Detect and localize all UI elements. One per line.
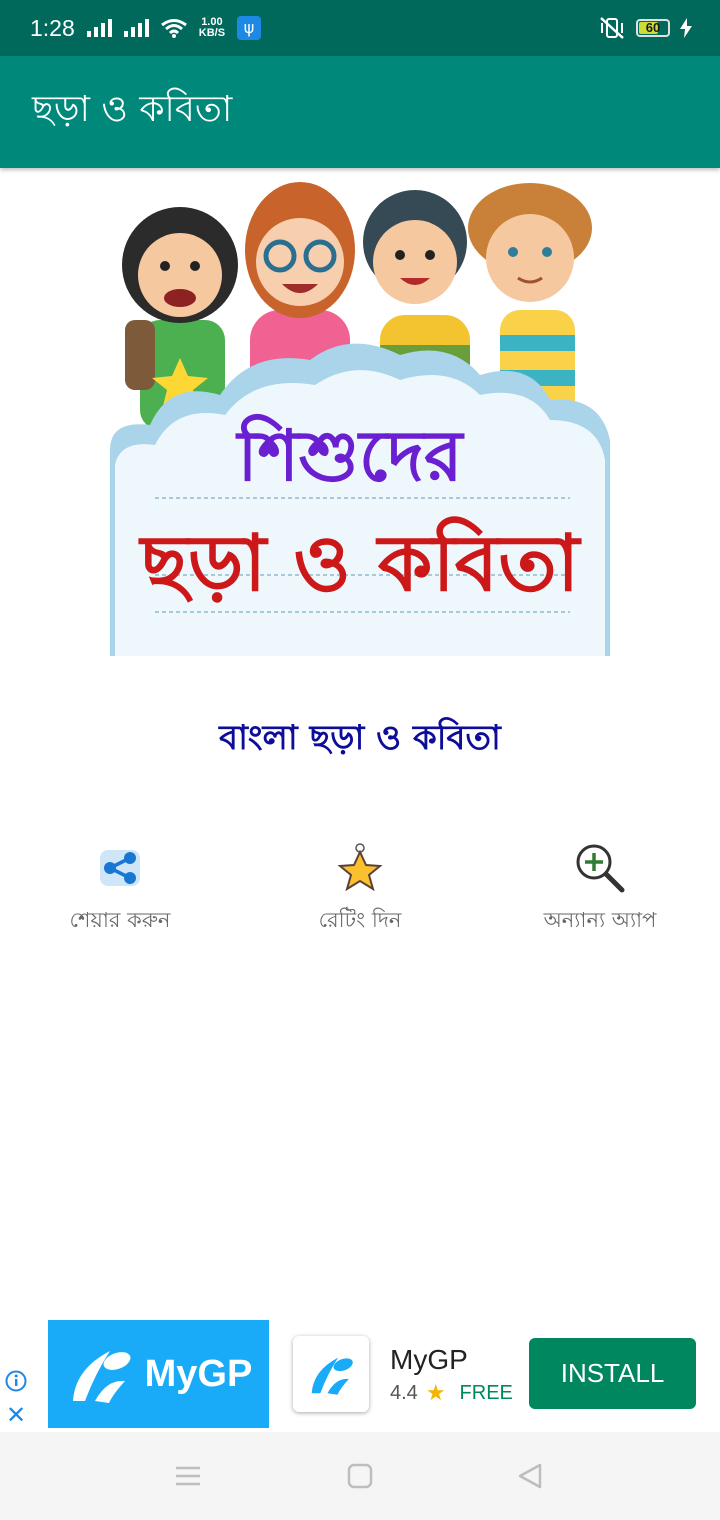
- home-icon[interactable]: [346, 1462, 374, 1490]
- ad-app-name: MyGP: [390, 1344, 468, 1375]
- banner-line-2: ছড়া ও কবিতা: [138, 516, 582, 609]
- banner-illustration: শিশুদের ছড়া ও কবিতা: [110, 182, 610, 656]
- close-icon[interactable]: ✕: [6, 1403, 26, 1427]
- info-icon[interactable]: [5, 1370, 27, 1392]
- charging-icon: [680, 18, 692, 38]
- share-button[interactable]: শেয়ার করুন: [0, 840, 240, 939]
- app-title: ছড়া ও কবিতা: [32, 89, 233, 130]
- ad-rating: 4.4 ★ FREE: [390, 1380, 513, 1406]
- status-bar: 1:28 1.00 KB/S ψ 60: [0, 0, 720, 56]
- ad-rating-value: 4.4: [390, 1381, 418, 1404]
- app-bar: ছড়া ও কবিতা: [0, 56, 720, 168]
- other-apps-label: অন্যান্য অ্যাপ: [543, 908, 657, 932]
- mygp-logo-icon: [72, 1351, 131, 1403]
- mute-vibrate-icon: [600, 17, 624, 39]
- ad-app-icon[interactable]: [293, 1336, 369, 1412]
- star-rating-icon: [337, 843, 383, 892]
- banner-line-1: শিশুদের: [235, 413, 465, 497]
- status-time: 1:28: [30, 14, 75, 41]
- share-label: শেয়ার করুন: [69, 908, 171, 932]
- mygp-logo-icon: [311, 1357, 353, 1395]
- other-apps-button[interactable]: অন্যান্য অ্যাপ: [480, 840, 720, 939]
- action-row: শেয়ার করুন রেটিং দিন অন্যান্য অ্যাপ: [0, 840, 720, 939]
- net-speed: 1.00 KB/S: [198, 16, 226, 39]
- subtitle: বাংলা ছড়া ও কবিতা: [219, 718, 501, 758]
- usb-icon: ψ: [237, 16, 262, 40]
- rate-button[interactable]: রেটিং দিন: [240, 840, 480, 939]
- signal-icon: [123, 19, 149, 37]
- magnifier-plus-icon: [576, 844, 625, 893]
- back-icon[interactable]: [516, 1462, 544, 1490]
- ad-brand-image[interactable]: MyGP: [48, 1320, 269, 1428]
- ad-price: FREE: [459, 1381, 513, 1404]
- install-button[interactable]: INSTALL: [529, 1338, 696, 1409]
- battery-icon: 60: [636, 19, 670, 37]
- menu-icon[interactable]: [174, 1462, 202, 1490]
- share-icon: [100, 850, 140, 886]
- rate-label: রেটিং দিন: [318, 908, 402, 932]
- wifi-icon: [160, 19, 187, 38]
- system-nav-bar: [0, 1432, 720, 1520]
- signal-icon: [86, 19, 112, 37]
- ad-brand-text: MyGP: [144, 1352, 253, 1395]
- star-icon: ★: [425, 1380, 446, 1405]
- ad-banner[interactable]: ✕ MyGP MyGP 4.4 ★ FREE INSTALL: [0, 1320, 720, 1430]
